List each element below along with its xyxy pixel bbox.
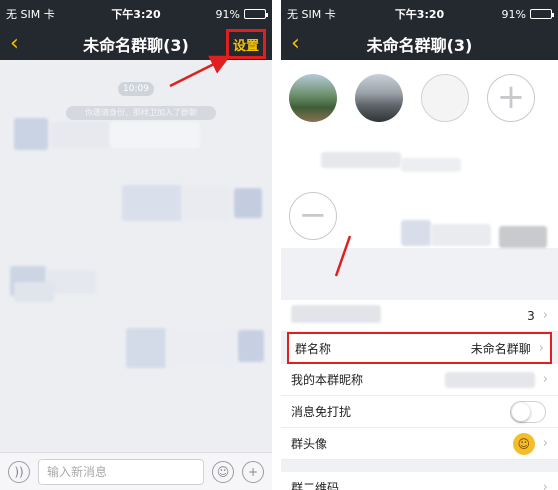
my-nickname-label: 我的本群昵称	[291, 373, 364, 387]
members-row[interactable]: 3 ›	[281, 300, 558, 332]
member-avatar[interactable]	[421, 74, 469, 122]
plus-icon[interactable]: +	[242, 460, 264, 483]
group-avatar-label: 群头像	[291, 437, 328, 451]
group-name-row[interactable]: 群名称 未命名群聊 ›	[287, 332, 552, 364]
chevron-right-icon: ›	[542, 436, 548, 451]
member-name	[431, 224, 491, 246]
message-input[interactable]: 输入新消息	[38, 458, 204, 485]
chevron-left-icon[interactable]: ‹	[291, 32, 311, 56]
settings-button[interactable]: 设置	[226, 29, 266, 59]
member-avatar[interactable]	[355, 74, 403, 122]
toggle-knob	[512, 402, 530, 421]
voice-icon[interactable]: ))	[8, 460, 30, 483]
message-bubble	[110, 122, 200, 148]
battery-icon	[530, 9, 554, 19]
member-avatar-strip	[291, 305, 381, 323]
group-avatar-icon: ☺	[512, 432, 535, 455]
qr-code-row[interactable]: 群二维码 ›	[281, 472, 558, 490]
mute-row: 消息免打扰	[281, 396, 558, 428]
battery-icon	[244, 9, 268, 19]
member-grid: + −	[281, 60, 558, 248]
message-bubble	[50, 122, 110, 148]
chevron-right-icon: ›	[542, 480, 548, 490]
chevron-left-icon[interactable]: ‹	[10, 32, 30, 56]
status-right: 91%	[501, 7, 554, 21]
status-bar: 无 SIM 卡 下午3:20 91%	[281, 0, 558, 28]
group-name-label: 群名称	[295, 341, 332, 356]
member-name	[401, 158, 461, 172]
chevron-right-icon: ›	[542, 372, 548, 387]
group-avatar-row[interactable]: 群头像 ☺ ›	[281, 428, 558, 460]
my-nickname-row[interactable]: 我的本群昵称 ›	[281, 364, 558, 396]
input-bar: )) 输入新消息 ☺ +	[0, 452, 272, 490]
group-name-value: 未命名群聊	[470, 341, 531, 356]
settings-title: 未命名群聊(3)	[366, 36, 473, 55]
avatar	[238, 330, 264, 362]
message-bubble	[126, 328, 166, 368]
battery-percent: 91%	[215, 7, 240, 21]
member-name	[401, 220, 431, 246]
section-gap	[281, 460, 558, 472]
nav-bar: ‹ 未命名群聊(3)	[281, 28, 558, 60]
screenshot-root: 无 SIM 卡 下午3:20 91% ‹ 未命名群聊(3) 设置 10:09 你…	[0, 0, 558, 490]
message-bubble	[14, 282, 54, 302]
message-bubble	[166, 328, 236, 368]
status-right: 91%	[215, 7, 268, 21]
nav-bar: ‹ 未命名群聊(3) 设置	[0, 28, 272, 60]
message-list[interactable]: 10:09 你邀请身份、那样卫加入了群聊	[0, 60, 272, 452]
members-row-label	[291, 305, 527, 326]
message-bubble	[182, 185, 230, 221]
chevron-right-icon: ›	[542, 308, 548, 323]
avatar	[14, 118, 48, 150]
time-chip: 10:09	[118, 82, 154, 96]
smile-icon[interactable]: ☺	[212, 460, 234, 483]
chat-title: 未命名群聊(3)	[83, 36, 189, 55]
avatar	[234, 188, 262, 218]
system-note: 你邀请身份、那样卫加入了群聊	[66, 106, 216, 120]
member-name	[321, 152, 401, 168]
chevron-right-icon: ›	[538, 340, 544, 356]
member-name	[499, 226, 547, 248]
members-count: 3	[527, 308, 535, 323]
battery-percent: 91%	[501, 7, 526, 21]
my-nickname-value	[444, 371, 535, 388]
mute-label: 消息免打扰	[291, 405, 352, 419]
status-bar: 无 SIM 卡 下午3:20 91%	[0, 0, 272, 28]
spacer	[281, 248, 558, 304]
add-member-button[interactable]: +	[487, 74, 535, 122]
carrier-label: 无 SIM 卡	[287, 8, 336, 21]
group-settings-screen: 无 SIM 卡 下午3:20 91% ‹ 未命名群聊(3) + − 3 › 群名…	[281, 0, 558, 490]
qr-code-label: 群二维码	[291, 481, 340, 490]
mute-toggle[interactable]	[510, 400, 546, 423]
chat-screen: 无 SIM 卡 下午3:20 91% ‹ 未命名群聊(3) 设置 10:09 你…	[0, 0, 272, 490]
carrier-label: 无 SIM 卡	[6, 8, 55, 21]
message-bubble	[122, 185, 182, 221]
remove-member-button[interactable]: −	[289, 192, 337, 240]
member-avatar[interactable]	[289, 74, 337, 122]
